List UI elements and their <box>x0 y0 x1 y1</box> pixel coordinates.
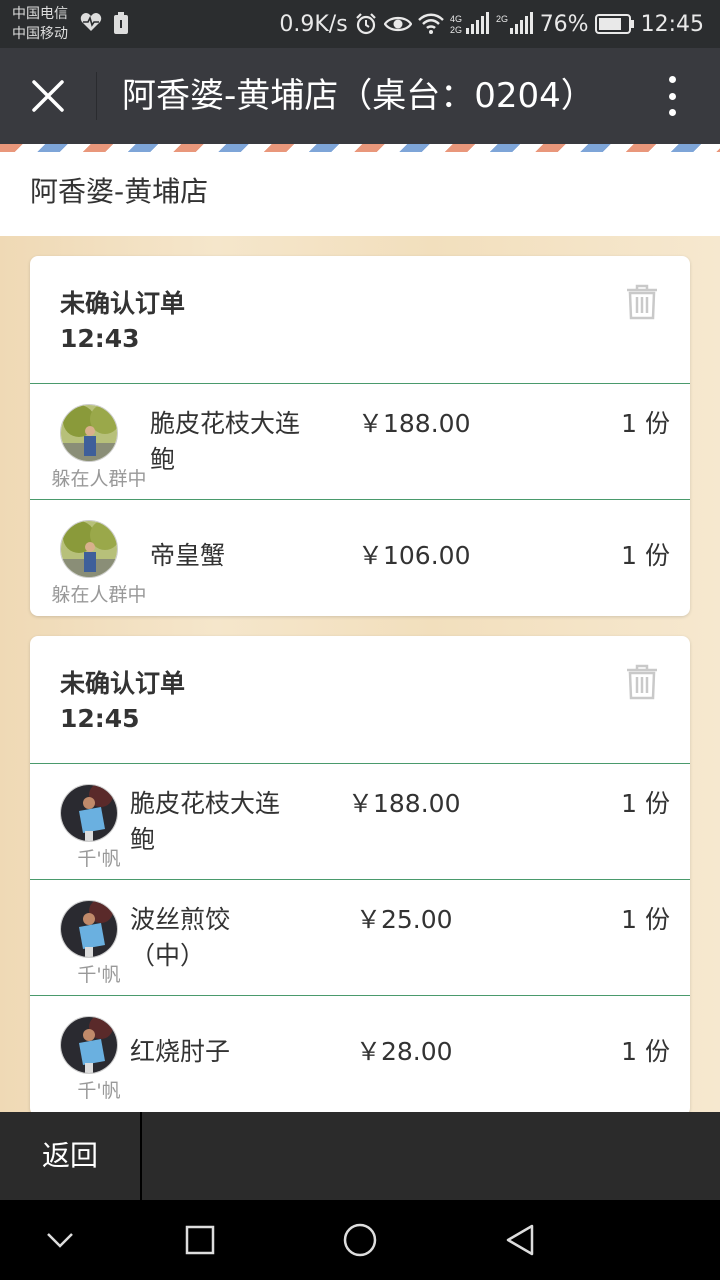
page-title: 阿香婆-黄埔店（桌台：0204） <box>122 76 595 116</box>
dish-name: 波丝煎饺（中） <box>130 905 231 970</box>
dish-quantity: 1 份 <box>621 409 670 438</box>
back-button[interactable]: 返回 <box>0 1112 142 1200</box>
order-item-row: 躲在人群中 帝皇蟹 ￥106.00 1 份 <box>30 500 690 616</box>
dish-price: ￥28.00 <box>356 1037 453 1066</box>
dish-price: ￥106.00 <box>358 541 471 570</box>
trash-icon[interactable] <box>626 664 658 700</box>
avatar <box>60 900 118 958</box>
square-icon <box>185 1225 215 1255</box>
close-icon <box>32 80 64 112</box>
orders-list[interactable]: 未确认订单 12:43 躲在人群中 脆皮花枝大连鲍 ￥188.00 1 份 躲在… <box>0 236 720 1112</box>
battery-icon <box>594 14 634 34</box>
order-item-row: 千'帆 红烧肘子 ￥28.00 1 份 <box>30 996 690 1112</box>
circle-icon <box>343 1223 377 1257</box>
status-time: 12:45 <box>640 11 704 37</box>
signal-4g-icon: 4G 2G <box>450 12 489 35</box>
heart-rate-icon <box>80 13 102 31</box>
order-item-row: 千'帆 脆皮花枝大连鲍 ￥188.00 1 份 <box>30 764 690 880</box>
svg-text:4G: 4G <box>450 14 462 24</box>
carrier-labels: 中国电信 中国移动 <box>12 4 68 44</box>
order-time: 12:43 <box>60 324 140 353</box>
title-bar: 阿香婆-黄埔店（桌台：0204） <box>0 48 720 144</box>
more-vertical-icon <box>668 76 676 83</box>
dish-name: 脆皮花枝大连鲍 <box>130 789 281 854</box>
wifi-icon <box>417 13 444 34</box>
order-header: 未确认订单 12:45 <box>30 636 690 764</box>
order-item-row: 躲在人群中 脆皮花枝大连鲍 ￥188.00 1 份 <box>30 384 690 500</box>
dish-quantity: 1 份 <box>621 1037 670 1066</box>
chevron-down-icon <box>47 1233 73 1248</box>
triangle-back-icon <box>506 1224 534 1256</box>
net-speed: 0.9K/s <box>279 11 348 37</box>
user-name: 千'帆 <box>77 1080 121 1102</box>
avatar <box>60 520 118 578</box>
close-button[interactable] <box>0 48 96 144</box>
avatar <box>60 1016 118 1074</box>
order-card: 未确认订单 12:45 千'帆 脆皮花枝大连鲍 ￥188.00 1 份 千'帆 … <box>30 636 690 1112</box>
eye-icon <box>383 16 412 32</box>
carrier-1: 中国电信 <box>12 6 68 22</box>
bottom-bar: 返回 <box>0 1112 720 1200</box>
system-nav-bar <box>0 1200 720 1280</box>
dish-name: 帝皇蟹 <box>150 541 226 570</box>
order-card: 未确认订单 12:43 躲在人群中 脆皮花枝大连鲍 ￥188.00 1 份 躲在… <box>30 256 690 616</box>
status-right: 0.9K/s 4G 2G 2G 76% 12:45 <box>279 8 704 40</box>
dish-quantity: 1 份 <box>621 789 670 818</box>
order-status: 未确认订单 <box>60 669 186 698</box>
dish-name: 红烧肘子 <box>130 1037 231 1066</box>
dish-price: ￥188.00 <box>348 789 461 818</box>
dish-name: 脆皮花枝大连鲍 <box>150 409 301 474</box>
user-name: 躲在人群中 <box>51 468 147 490</box>
shop-name: 阿香婆-黄埔店 <box>30 175 209 208</box>
dish-quantity: 1 份 <box>621 905 670 934</box>
alarm-icon <box>355 13 376 35</box>
user-name: 躲在人群中 <box>51 584 147 606</box>
shop-header: 阿香婆-黄埔店 <box>0 152 720 236</box>
carrier-2: 中国移动 <box>12 26 68 42</box>
more-vertical-icon <box>668 109 676 116</box>
dish-quantity: 1 份 <box>621 541 670 570</box>
dish-price: ￥25.00 <box>356 905 453 934</box>
trash-icon[interactable] <box>626 284 658 320</box>
svg-text:2G: 2G <box>450 25 462 35</box>
order-header: 未确认订单 12:43 <box>30 256 690 384</box>
more-menu-button[interactable] <box>648 76 696 116</box>
svg-text:2G: 2G <box>496 14 508 24</box>
avatar <box>60 784 118 842</box>
order-item-row: 千'帆 波丝煎饺（中） ￥25.00 1 份 <box>30 880 690 996</box>
avatar <box>60 404 118 462</box>
nav-home-button[interactable] <box>336 1216 384 1264</box>
signal-2g-icon: 2G <box>496 12 533 34</box>
airmail-stripe <box>0 144 720 152</box>
order-status: 未确认订单 <box>60 289 186 318</box>
order-time: 12:45 <box>60 704 140 733</box>
status-bar: 中国电信 中国移动 0.9K/s 4G 2G 2G 76% 12:45 <box>0 0 720 48</box>
battery-percent: 76% <box>539 11 589 37</box>
title-divider <box>96 72 97 120</box>
dish-price: ￥188.00 <box>358 409 471 438</box>
more-vertical-icon <box>668 92 676 100</box>
nav-collapse-button[interactable] <box>36 1216 84 1264</box>
nav-recent-button[interactable] <box>176 1216 224 1264</box>
nav-back-button[interactable] <box>496 1216 544 1264</box>
battery-saver-icon <box>114 12 128 34</box>
